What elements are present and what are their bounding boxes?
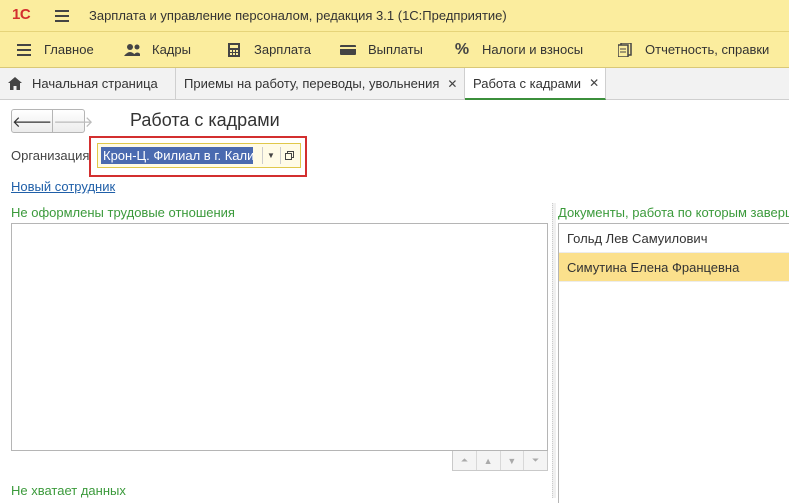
wallet-icon — [340, 42, 356, 58]
menu-lines-icon — [16, 42, 32, 58]
organization-field[interactable]: Крон-Ц. Филиал в г. Калининграде ▼ — [97, 143, 301, 168]
section-reports[interactable]: Отчетность, справки — [617, 32, 769, 67]
completed-documents-list: Гольд Лев Самуилович Симутина Елена Фран… — [558, 223, 789, 503]
scroll-down-icon[interactable]: ▼ — [499, 451, 524, 470]
tab-label: Приемы на работу, переводы, увольнения — [184, 76, 440, 91]
tab-label: Работа с кадрами — [473, 75, 582, 91]
unregistered-list[interactable] — [11, 223, 548, 451]
nav-buttons: 🡐 🡒 — [11, 109, 93, 133]
app-logo: 1С — [12, 6, 31, 23]
list-scroll-controls: ⏶ ▲ ▼ ⏷ — [452, 451, 548, 471]
close-icon[interactable]: ✕ — [589, 76, 599, 90]
left-panel-header: Не оформлены трудовые отношения — [11, 205, 235, 220]
title-bar: 1С Зарплата и управление персоналом, ред… — [0, 0, 789, 32]
list-item[interactable]: Гольд Лев Самуилович — [559, 224, 789, 253]
section-label: Отчетность, справки — [645, 42, 770, 57]
organization-value[interactable]: Крон-Ц. Филиал в г. Калининграде — [101, 147, 253, 164]
employee-name: Гольд Лев Самуилович — [567, 230, 708, 246]
tab-bar: Начальная страница Приемы на работу, пер… — [0, 68, 789, 100]
panel-splitter[interactable] — [552, 203, 556, 498]
tab-home[interactable]: Начальная страница — [0, 68, 176, 99]
percent-icon: % — [454, 40, 470, 58]
new-employee-link[interactable]: Новый сотрудник — [11, 179, 115, 194]
section-salary[interactable]: Зарплата — [226, 32, 311, 67]
employee-name: Симутина Елена Францевна — [567, 259, 740, 275]
scroll-bottom-icon[interactable]: ⏷ — [523, 451, 547, 470]
missing-data-header: Не хватает данных — [11, 483, 126, 498]
people-icon — [124, 42, 140, 58]
open-window-icon[interactable] — [280, 147, 297, 164]
section-hr[interactable]: Кадры — [124, 32, 191, 67]
section-main[interactable]: Главное — [16, 32, 94, 67]
right-panel-header: Документы, работа по которым заверш — [558, 205, 789, 220]
section-label: Зарплата — [254, 42, 311, 57]
dropdown-arrow-icon[interactable]: ▼ — [262, 147, 279, 164]
back-arrow-icon[interactable]: 🡐 — [12, 110, 54, 132]
home-icon — [8, 77, 22, 90]
tab-label: Начальная страница — [32, 76, 158, 91]
tab-hiring[interactable]: Приемы на работу, переводы, увольнения ✕ — [176, 68, 465, 99]
section-label: Выплаты — [368, 42, 423, 57]
organization-label: Организация — [11, 148, 90, 163]
section-label: Главное — [44, 42, 94, 57]
scroll-top-icon[interactable]: ⏶ — [453, 451, 476, 470]
calculator-icon — [226, 42, 242, 58]
close-icon[interactable]: ✕ — [447, 77, 457, 91]
app-title: Зарплата и управление персоналом, редакц… — [89, 8, 507, 23]
section-payments[interactable]: Выплаты — [340, 32, 423, 67]
sections-panel: Главное Кадры Зарплата Выплаты % Налоги … — [0, 32, 789, 68]
section-taxes[interactable]: % Налоги и взносы — [454, 32, 583, 67]
report-icon — [617, 42, 633, 58]
organization-highlight: Крон-Ц. Филиал в г. Калининграде ▼ — [89, 136, 307, 177]
section-label: Налоги и взносы — [482, 42, 584, 57]
scroll-up-icon[interactable]: ▲ — [475, 451, 500, 470]
section-label: Кадры — [152, 42, 191, 57]
tab-hr-work[interactable]: Работа с кадрами ✕ — [465, 68, 606, 100]
page-title: Работа с кадрами — [130, 110, 280, 130]
forward-arrow-icon[interactable]: 🡒 — [53, 110, 93, 132]
list-item[interactable]: Симутина Елена Францевна — [559, 253, 789, 282]
main-menu-icon[interactable] — [55, 10, 69, 25]
